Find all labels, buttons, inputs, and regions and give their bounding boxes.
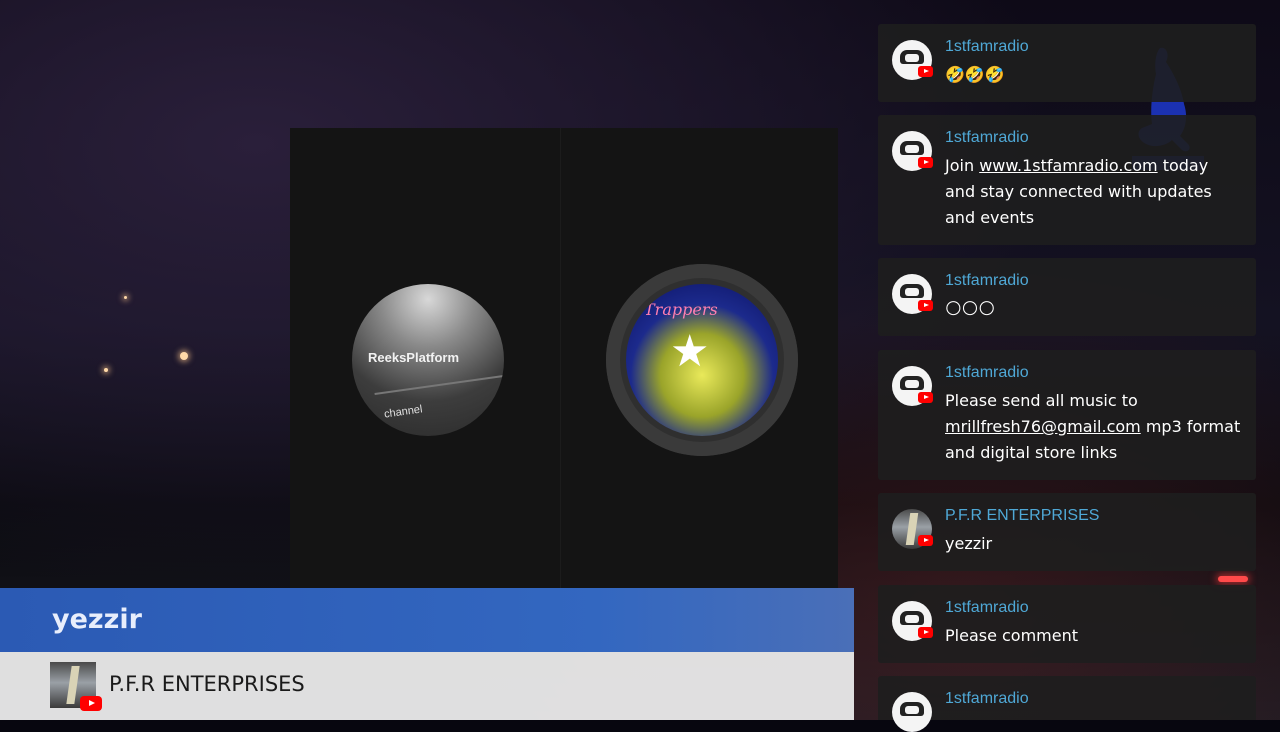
youtube-icon (918, 66, 933, 77)
city-light (124, 296, 127, 299)
guest-avatar-reeksplatform: ReeksPlatform channel (352, 284, 504, 436)
city-light (1218, 576, 1248, 582)
youtube-icon (918, 157, 933, 168)
avatar (892, 692, 932, 732)
chat-author: 1stfamradio (945, 272, 1029, 289)
chat-author: 1stfamradio (945, 364, 1029, 381)
chat-message: 1stfamradio Please send all music to mri… (878, 350, 1256, 480)
chat-author: 1stfamradio (945, 129, 1029, 146)
chat-author: 1stfamradio (945, 599, 1029, 616)
highlighted-comment-author-bar: P.F.R ENTERPRISES (0, 652, 854, 720)
chat-link[interactable]: www.1stfamradio.com (979, 156, 1157, 175)
host-avatar-ring: Trappers ★ (606, 264, 798, 456)
chat-text-part: Join (945, 156, 980, 175)
youtube-icon (918, 300, 933, 311)
chat-text: Join www.1stfamradio.com today and stay … (945, 153, 1241, 231)
chat-author: 1stfamradio (945, 690, 1029, 707)
host-avatar: Trappers ★ (626, 284, 778, 436)
chat-link[interactable]: mrillfresh76@gmail.com (945, 417, 1141, 436)
chat-text: Please send all music to mrillfresh76@gm… (945, 388, 1241, 466)
chat-text: yezzir (945, 534, 993, 553)
chat-author: P.F.R ENTERPRISES (945, 507, 1100, 524)
avatar-text: Trappers (644, 300, 718, 319)
highlighted-comment-author: P.F.R ENTERPRISES (109, 672, 305, 696)
chat-author: 1stfamradio (945, 38, 1029, 55)
youtube-icon (918, 627, 933, 638)
chat-text: Please comment (945, 626, 1079, 645)
video-stage: ReeksPlatform channel Trappers ★ (290, 128, 838, 588)
avatar-text: channel (383, 403, 424, 421)
youtube-icon (80, 696, 102, 711)
stage-divider (560, 128, 561, 588)
star-icon: ★ (670, 326, 710, 377)
highlighted-comment-banner: yezzir (0, 588, 854, 652)
chat-message: 1stfamradio Please comment (878, 585, 1256, 663)
chat-message: 1stfamradio 🤣🤣🤣 (878, 24, 1256, 102)
chat-message: 1stfamradio 🌕🌕🌕 (878, 258, 1256, 336)
chat-text: 🤣🤣🤣 (945, 65, 1005, 84)
youtube-icon (918, 535, 933, 546)
city-light (104, 368, 108, 372)
chat-text: 🌕🌕🌕 (945, 299, 996, 318)
city-light (180, 352, 188, 360)
highlighted-comment-text: yezzir (52, 604, 142, 635)
avatar-line (374, 374, 504, 396)
chat-message: 1stfamradio Join www.1stfamradio.com tod… (878, 115, 1256, 245)
youtube-icon (918, 392, 933, 403)
chat-message: 1stfamradio (878, 676, 1256, 732)
chat-text-part: Please send all music to (945, 391, 1138, 410)
avatar-text: ReeksPlatform (368, 350, 460, 365)
chat-message: P.F.R ENTERPRISES yezzir (878, 493, 1256, 571)
